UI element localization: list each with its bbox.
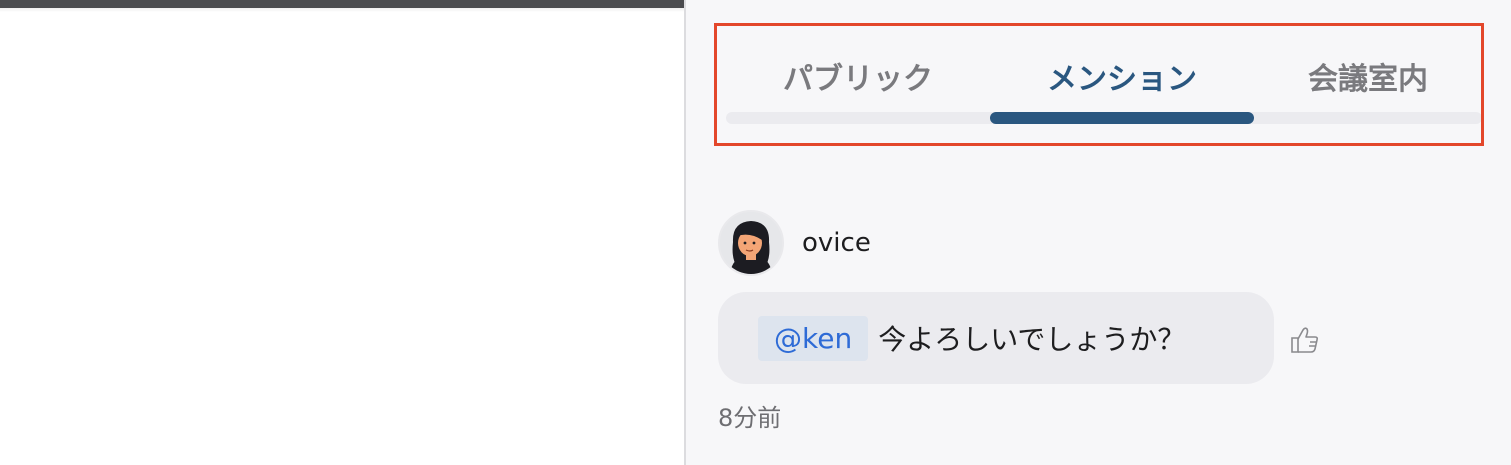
woman-avatar-icon[interactable] bbox=[718, 210, 784, 276]
highlight-box bbox=[714, 23, 1484, 146]
top-bar-shadow bbox=[0, 8, 684, 12]
message-author: ovice bbox=[802, 228, 871, 258]
main-canvas-area bbox=[0, 0, 684, 465]
message-text: 今よろしいでしょうか？ bbox=[878, 323, 1186, 356]
thumbs-up-icon[interactable] bbox=[1290, 326, 1322, 356]
top-bar bbox=[0, 0, 684, 8]
chat-message: ovice @ken 今よろしいでしょうか？ 8分前 bbox=[718, 210, 1338, 440]
message-bubble: @ken 今よろしいでしょうか？ bbox=[718, 292, 1274, 384]
mention-chip[interactable]: @ken bbox=[758, 315, 869, 361]
message-timestamp: 8分前 bbox=[718, 404, 782, 432]
